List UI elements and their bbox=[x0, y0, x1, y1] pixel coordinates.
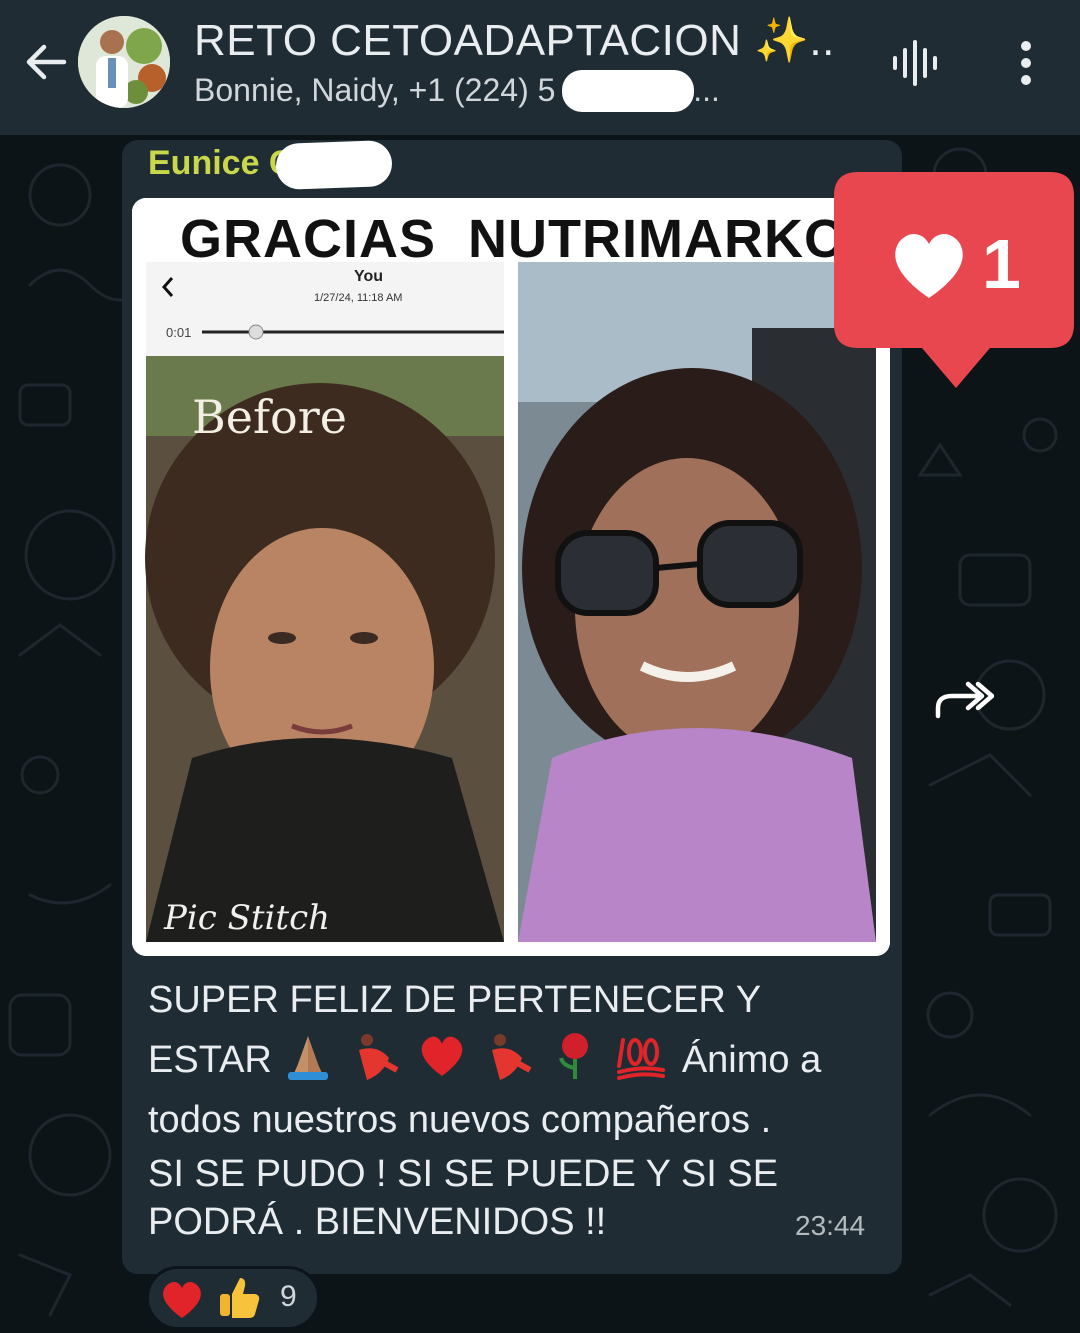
message-line: ESTAR Ánimo a bbox=[148, 1030, 858, 1090]
message-image[interactable] bbox=[132, 198, 890, 956]
message-line: todos nuestros nuevos compañeros . bbox=[148, 1099, 772, 1141]
message-line: SUPER FELIZ DE PERTENECER Y bbox=[148, 979, 762, 1021]
red-heart-reaction-icon bbox=[163, 1281, 201, 1318]
rose-emoji bbox=[558, 1033, 588, 1079]
dancer-emoji bbox=[359, 1034, 399, 1080]
screenshot-date: 1/27/24, 11:18 AM bbox=[314, 292, 403, 304]
message-line: SI SE PUDO ! SI SE PUEDE Y SI SE bbox=[148, 1153, 779, 1195]
message-line-end: Ánimo a bbox=[681, 1039, 822, 1081]
dancer-emoji bbox=[492, 1034, 532, 1080]
redaction-mark bbox=[562, 70, 694, 112]
sender-name[interactable]: Eunice C bbox=[148, 144, 293, 183]
back-arrow-icon[interactable] bbox=[22, 38, 70, 86]
thumbs-up-reaction-icon bbox=[220, 1278, 260, 1318]
chat-header: RETO CETOADAPTACION ✨... Bonnie, Naidy, … bbox=[0, 0, 1080, 135]
message-timestamp: 23:44 bbox=[795, 1210, 866, 1241]
message-line: PODRÁ . BIENVENIDOS !! bbox=[148, 1201, 607, 1243]
heart-icon bbox=[895, 233, 963, 298]
screenshot-playback-time: 0:01 bbox=[166, 325, 192, 340]
more-options-icon[interactable] bbox=[1004, 38, 1048, 88]
forward-icon[interactable] bbox=[932, 676, 994, 722]
group-avatar[interactable] bbox=[78, 16, 170, 108]
red-heart-emoji bbox=[421, 1036, 462, 1076]
pic-stitch-watermark: Pic Stitch bbox=[164, 898, 331, 938]
hundred-points-emoji bbox=[617, 1038, 666, 1080]
redaction-mark bbox=[275, 139, 393, 191]
folded-hands-emoji bbox=[288, 1036, 329, 1080]
reaction-count: 9 bbox=[280, 1280, 297, 1313]
screenshot-user-label: You bbox=[354, 268, 384, 285]
like-count: 1 bbox=[982, 225, 1021, 303]
image-caption-title: GRACIAS NUTRIMARKO bbox=[180, 209, 847, 269]
group-title[interactable]: RETO CETOADAPTACION ✨... bbox=[194, 14, 834, 66]
before-label: Before bbox=[192, 390, 347, 444]
message-text: SUPER FELIZ DE PERTENECER Y ESTAR Ánimo … bbox=[148, 970, 858, 1246]
group-members[interactable]: Bonnie, Naidy, +1 (224) 5 +1 (305) ... bbox=[194, 72, 854, 109]
voice-call-icon[interactable] bbox=[888, 36, 942, 90]
message-line-start: ESTAR bbox=[148, 1039, 272, 1081]
